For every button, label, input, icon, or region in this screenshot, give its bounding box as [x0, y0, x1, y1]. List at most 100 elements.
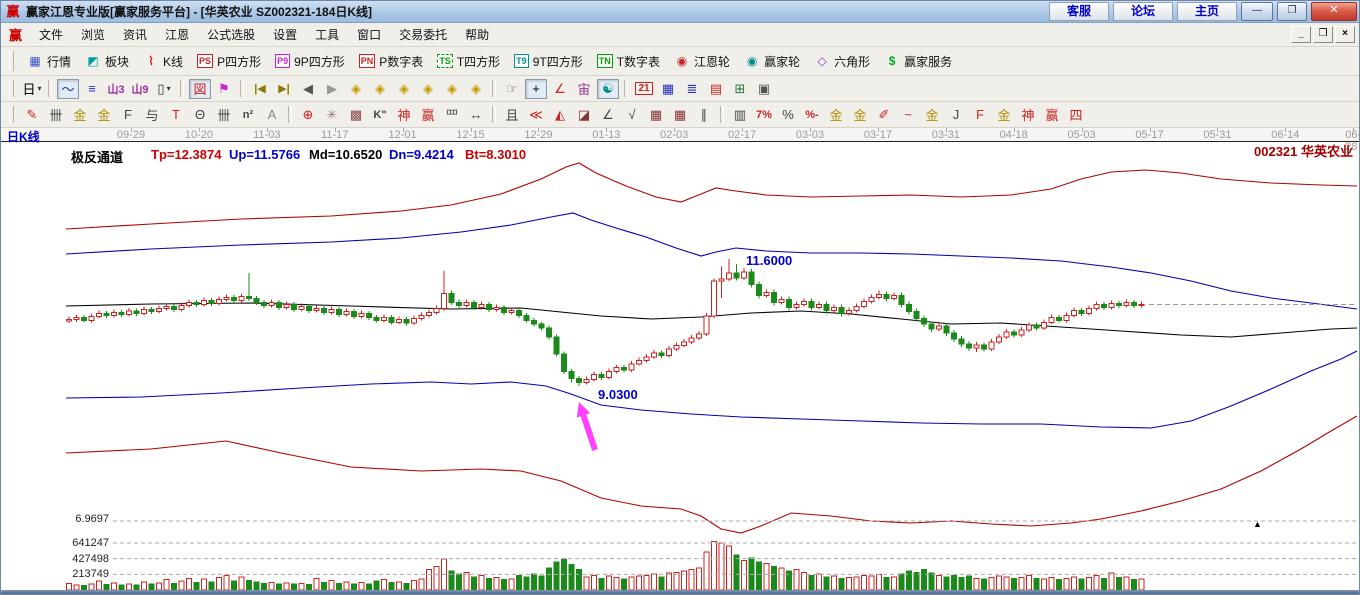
candle-body	[127, 311, 132, 314]
candle-body	[1117, 303, 1122, 305]
candle-body	[727, 273, 732, 279]
candle-body	[82, 317, 87, 320]
volume-bar	[1049, 578, 1054, 590]
candle-body	[464, 302, 469, 305]
volume-bar	[697, 568, 702, 590]
volume-bar	[427, 569, 432, 590]
volume-bar	[644, 575, 649, 590]
candle-body	[682, 342, 687, 345]
candle-body	[847, 310, 852, 313]
volume-bar	[524, 577, 529, 590]
candle-body	[442, 294, 447, 309]
candle-body	[772, 293, 777, 303]
volume-bar	[194, 583, 199, 590]
candle-body	[922, 318, 927, 324]
volume-bar	[419, 579, 424, 590]
volume-bar	[1064, 578, 1069, 590]
candle-body	[622, 368, 627, 370]
volume-bar	[884, 578, 889, 590]
volume-bar	[1034, 578, 1039, 590]
scroll-marker-icon[interactable]: ▲	[1253, 519, 1262, 529]
volume-bar	[337, 583, 342, 590]
volume-bar	[284, 583, 289, 590]
volume-bar	[854, 577, 859, 590]
volume-bar	[1019, 578, 1024, 590]
candle-body	[839, 307, 844, 313]
candle-body	[524, 315, 529, 320]
volume-bar	[547, 568, 552, 590]
volume-bar	[479, 575, 484, 590]
volume-bar	[262, 583, 267, 590]
candle-body	[262, 302, 267, 305]
volume-bar	[1087, 578, 1092, 590]
volume-bar	[667, 573, 672, 590]
candle-body	[427, 312, 432, 315]
volume-bar	[1012, 578, 1017, 590]
candle-body	[787, 300, 792, 308]
candle-body	[862, 301, 867, 306]
volume-bar	[764, 564, 769, 590]
volume-bar	[877, 575, 882, 590]
window-bottom-edge	[1, 590, 1359, 594]
candle-body	[734, 273, 739, 278]
candle-body	[337, 309, 342, 314]
candle-body	[719, 279, 724, 281]
candle-body	[944, 326, 949, 333]
candle-body	[434, 308, 439, 312]
candle-body	[884, 295, 889, 299]
candle-body	[749, 272, 754, 285]
volume-bar	[712, 542, 717, 590]
candle-body	[67, 319, 72, 320]
volume-bar	[682, 571, 687, 590]
volume-bar	[382, 580, 387, 590]
candle-body	[1072, 310, 1077, 315]
candle-body	[247, 297, 252, 299]
volume-bar	[187, 578, 192, 590]
volume-bar	[652, 574, 657, 590]
candle-body	[569, 372, 574, 379]
candle-body	[1057, 317, 1062, 320]
volume-bars-group	[67, 542, 1145, 590]
volume-bar	[914, 572, 919, 590]
volume-axis-label: 427498	[49, 553, 109, 565]
candle-body	[1094, 304, 1099, 308]
volume-bar	[629, 577, 634, 590]
candle-body	[397, 319, 402, 322]
app-window: 赢 赢家江恩专业版[赢家服务平台] - [华英农业 SZ002321-184日K…	[0, 0, 1360, 595]
volume-bar	[322, 583, 327, 590]
volume-bar	[449, 571, 454, 590]
candle-body	[869, 298, 874, 302]
candle-body	[817, 304, 822, 307]
volume-bar	[832, 576, 837, 590]
candle-body	[629, 364, 634, 370]
candle-body	[1109, 303, 1114, 307]
volume-axis-label: 641247	[49, 537, 109, 549]
candle-body	[914, 311, 919, 318]
candle-body	[284, 304, 289, 307]
candle-body	[802, 301, 807, 304]
volume-bar	[929, 573, 934, 590]
candle-body	[1019, 330, 1024, 335]
candle-body	[1064, 315, 1069, 320]
legend-item: Up=11.5766	[229, 147, 300, 162]
candle-body	[809, 301, 814, 307]
candle-body	[269, 302, 274, 305]
volume-bar	[847, 578, 852, 590]
candle-body	[689, 338, 694, 342]
candle-body	[142, 309, 147, 313]
volume-bar	[952, 575, 957, 590]
volume-bar	[502, 580, 507, 590]
candle-body	[1042, 322, 1047, 328]
candle-body	[134, 311, 139, 313]
volume-bar	[1027, 575, 1032, 590]
chart-canvas[interactable]: 11.60009.0300	[1, 1, 1360, 595]
candle-body	[322, 308, 327, 312]
volume-bar	[397, 582, 402, 590]
volume-bar	[569, 564, 574, 590]
volume-bar	[839, 578, 844, 590]
price-annotation: 9.0300	[598, 387, 638, 402]
candle-body	[742, 272, 747, 278]
candle-body	[607, 372, 612, 378]
volume-bar	[704, 552, 709, 590]
volume-bar	[487, 578, 492, 590]
